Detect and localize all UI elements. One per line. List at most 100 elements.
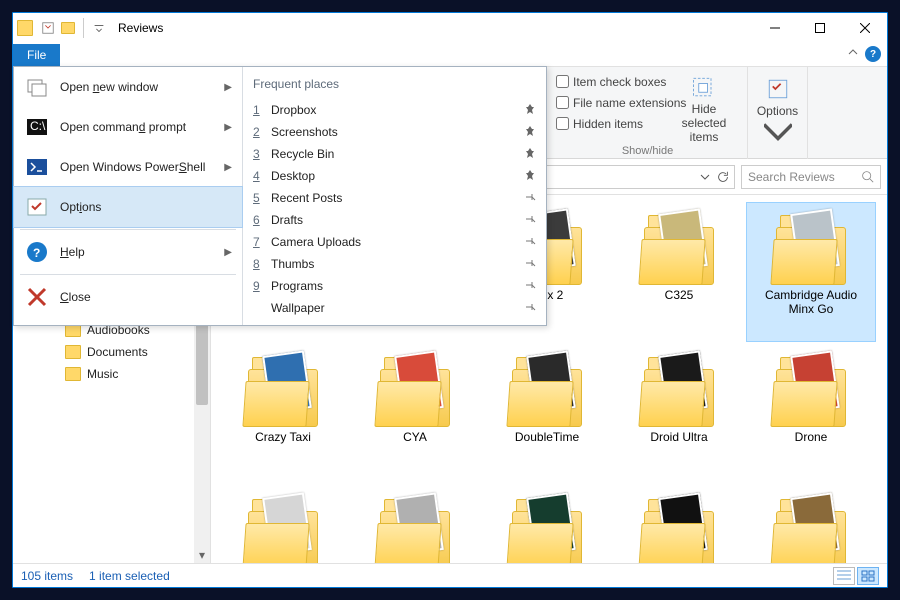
- folder-thumbnail: [772, 207, 850, 285]
- frequent-place-item[interactable]: 5Recent Posts: [243, 187, 546, 209]
- submenu-chevron-icon: ▶: [224, 122, 232, 133]
- hide-selected-button[interactable]: Hide selected items: [668, 71, 740, 146]
- folder-item[interactable]: Crazy Taxi: [219, 345, 347, 483]
- access-key: 4: [253, 169, 263, 183]
- frequent-place-label: Camera Uploads: [271, 235, 361, 249]
- tree-item-music[interactable]: Music: [13, 363, 210, 385]
- folder-thumbnail: [376, 349, 454, 427]
- ribbon-group-showhide: Item check boxes File name extensions Hi…: [548, 67, 748, 159]
- frequent-place-label: Wallpaper: [271, 301, 325, 315]
- item-count: 105 items: [21, 569, 73, 583]
- file-menu-item[interactable]: ?Help▶: [14, 232, 242, 272]
- frequent-place-item[interactable]: 6Drafts: [243, 209, 546, 231]
- folder-item[interactable]: C325: [615, 203, 743, 341]
- file-menu-frequent: Frequent places 1Dropbox2Screenshots3Rec…: [242, 67, 546, 325]
- help-icon: ?: [24, 239, 50, 265]
- frequent-place-item[interactable]: 7 Camera Uploads: [243, 231, 546, 253]
- folder-label: Crazy Taxi: [255, 431, 311, 445]
- folder-thumbnail: [508, 349, 586, 427]
- label: Hidden items: [573, 117, 643, 131]
- folder-label: CYA: [403, 431, 427, 445]
- access-key: 2: [253, 125, 263, 139]
- group-label: Show/hide: [548, 145, 747, 157]
- folder-item[interactable]: CYA: [351, 345, 479, 483]
- tree-item-documents[interactable]: Documents: [13, 341, 210, 363]
- properties-icon[interactable]: [39, 19, 57, 37]
- file-menu-item[interactable]: C:\Open command prompt▶: [14, 107, 242, 147]
- folder-item[interactable]: Cambridge Audio Minx Go: [747, 203, 875, 341]
- folder-item[interactable]: Focus 2: [747, 487, 875, 563]
- folder-thumbnail: [640, 349, 718, 427]
- new-folder-icon[interactable]: [59, 19, 77, 37]
- pinned-icon[interactable]: [524, 169, 536, 184]
- folder-label: DoubleTime: [515, 431, 579, 445]
- refresh-button[interactable]: [716, 170, 730, 184]
- ps-icon: [24, 154, 50, 180]
- file-tab[interactable]: File: [13, 44, 60, 66]
- frequent-place-item[interactable]: Wallpaper: [243, 297, 546, 319]
- access-key: 5: [253, 191, 263, 205]
- options-button[interactable]: Options: [756, 73, 799, 151]
- maximize-button[interactable]: [797, 14, 842, 43]
- pinned-icon[interactable]: [524, 103, 536, 118]
- close-button[interactable]: [842, 14, 887, 43]
- folder-item[interactable]: Droid Ultra: [615, 345, 743, 483]
- options-icon: [24, 194, 50, 220]
- details-view-button[interactable]: [833, 567, 855, 585]
- window-controls: [752, 14, 887, 43]
- unpin-icon[interactable]: [524, 213, 536, 228]
- minimize-button[interactable]: [752, 14, 797, 43]
- help-icon[interactable]: ?: [865, 46, 881, 62]
- address-bar[interactable]: [535, 165, 735, 189]
- folder-item[interactable]: Drone: [747, 345, 875, 483]
- svg-text:C:\: C:\: [30, 119, 46, 133]
- collapse-ribbon-icon[interactable]: [847, 46, 859, 61]
- menu-separator: [20, 229, 236, 230]
- submenu-chevron-icon: ▶: [224, 247, 232, 258]
- svg-text:?: ?: [33, 246, 40, 260]
- file-menu-item[interactable]: Open Windows PowerShell ▶: [14, 147, 242, 187]
- folder-item[interactable]: Envy 15: [351, 487, 479, 563]
- ribbon-group-options: Options: [748, 67, 808, 159]
- unpin-icon[interactable]: [524, 301, 536, 316]
- file-menu-item[interactable]: Options: [14, 187, 242, 227]
- frequent-place-item[interactable]: 1Dropbox: [243, 99, 546, 121]
- qat-dropdown-icon[interactable]: [90, 19, 108, 37]
- file-menu-item[interactable]: Open new window▶: [14, 67, 242, 107]
- unpin-icon[interactable]: [524, 257, 536, 272]
- folder-thumbnail: [508, 491, 586, 563]
- folder-item[interactable]: Encoded Files: [219, 487, 347, 563]
- menu-item-label: Open Windows PowerShell: [60, 160, 205, 174]
- frequent-place-item[interactable]: 4Desktop: [243, 165, 546, 187]
- unpin-icon[interactable]: [524, 279, 536, 294]
- selection-count: 1 item selected: [89, 569, 170, 583]
- pinned-icon[interactable]: [524, 147, 536, 162]
- icons-view-button[interactable]: [857, 567, 879, 585]
- folder-icon: [65, 345, 81, 359]
- chevron-down-icon: [700, 172, 710, 182]
- folder-item[interactable]: DoubleTime: [483, 345, 611, 483]
- file-menu-item[interactable]: Close: [14, 277, 242, 317]
- status-bar: 105 items 1 item selected: [13, 563, 887, 587]
- folder-item[interactable]: Fidelio: [615, 487, 743, 563]
- menu-item-label: Open new window: [60, 80, 158, 94]
- label: Item check boxes: [573, 75, 666, 89]
- submenu-chevron-icon: ▶: [224, 162, 232, 173]
- frequent-place-item[interactable]: 2Screenshots: [243, 121, 546, 143]
- explorer-window: Reviews File ? Item check boxes File nam…: [12, 12, 888, 588]
- frequent-place-item[interactable]: 9Programs: [243, 275, 546, 297]
- scroll-down-icon[interactable]: ▾: [194, 547, 210, 563]
- folder-label: Drone: [795, 431, 828, 445]
- search-input[interactable]: Search Reviews: [741, 165, 881, 189]
- label: Options: [757, 105, 798, 119]
- quick-access-toolbar: [39, 18, 108, 38]
- folder-item[interactable]: Epoch: [483, 487, 611, 563]
- close-red-icon: [24, 284, 50, 310]
- unpin-icon[interactable]: [524, 235, 536, 250]
- frequent-place-item[interactable]: 8Thumbs: [243, 253, 546, 275]
- access-key: 7: [253, 235, 263, 249]
- file-menu: Open new window▶C:\Open command prompt▶O…: [13, 66, 547, 326]
- unpin-icon[interactable]: [524, 191, 536, 206]
- pinned-icon[interactable]: [524, 125, 536, 140]
- frequent-place-item[interactable]: 3Recycle Bin: [243, 143, 546, 165]
